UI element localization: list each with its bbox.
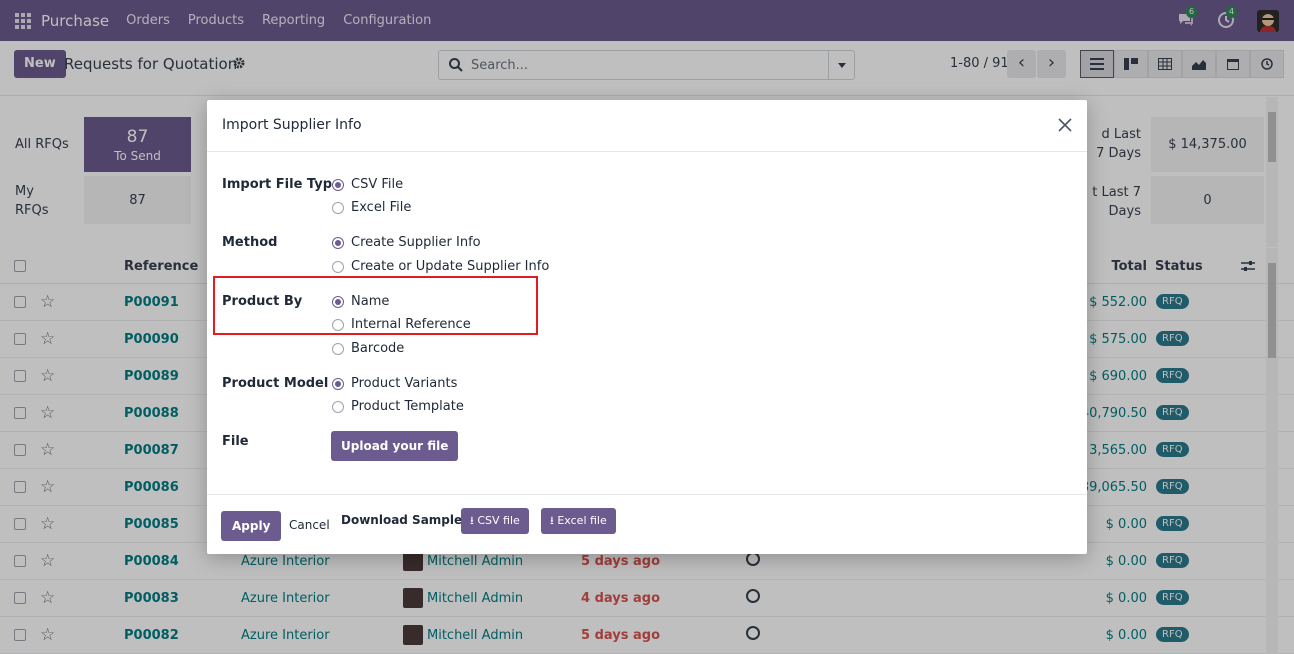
option-create-supplier-info[interactable]: Create Supplier Info (332, 235, 481, 250)
option-product-variants-label: Product Variants (351, 376, 458, 391)
import-file-type-label: Import File Type (222, 177, 341, 192)
apply-button[interactable]: Apply (221, 511, 282, 541)
close-icon[interactable] (1057, 117, 1073, 133)
radio-internal-reference[interactable] (332, 318, 344, 331)
download-csv-label: CSV file (477, 514, 520, 527)
option-create-or-update-label: Create or Update Supplier Info (351, 259, 550, 274)
dialog-header: Import Supplier Info (207, 100, 1087, 152)
option-csv-file[interactable]: CSV File (332, 177, 403, 192)
option-internal-reference[interactable]: Internal Reference (332, 317, 471, 332)
option-excel-file[interactable]: Excel File (332, 200, 411, 215)
download-icon: ⭳ (550, 514, 554, 527)
radio-create-or-update-supplier-info[interactable] (332, 260, 344, 273)
radio-create-supplier-info[interactable] (332, 236, 344, 249)
method-label: Method (222, 235, 278, 250)
option-name[interactable]: Name (332, 294, 389, 309)
cancel-button[interactable]: Cancel (289, 518, 330, 532)
download-excel-button[interactable]: ⭳ Excel file (541, 508, 616, 534)
radio-product-template[interactable] (332, 400, 344, 413)
product-by-label: Product By (222, 294, 303, 309)
product-model-label: Product Model (222, 376, 329, 391)
upload-file-button[interactable]: Upload your file (331, 431, 459, 461)
option-barcode-label: Barcode (351, 341, 405, 356)
option-product-template-label: Product Template (351, 399, 464, 414)
download-csv-button[interactable]: ⭳ CSV file (461, 508, 529, 534)
download-excel-label: Excel file (557, 514, 607, 527)
option-create-supplier-info-label: Create Supplier Info (351, 235, 481, 250)
option-internal-reference-label: Internal Reference (351, 317, 471, 332)
download-sample-label: Download Sample: (341, 513, 467, 527)
radio-name[interactable] (332, 295, 344, 308)
dialog-footer: Apply Cancel Download Sample: ⭳ CSV file… (207, 494, 1087, 554)
import-supplier-info-dialog: Import Supplier Info Import File Type CS… (207, 100, 1087, 554)
download-icon: ⭳ (470, 514, 474, 527)
radio-csv-file[interactable] (332, 178, 344, 191)
option-product-variants[interactable]: Product Variants (332, 376, 457, 391)
option-product-template[interactable]: Product Template (332, 399, 464, 414)
file-label: File (222, 434, 249, 449)
option-name-label: Name (351, 294, 390, 309)
radio-excel-file[interactable] (332, 201, 344, 214)
radio-product-variants[interactable] (332, 377, 344, 390)
option-create-or-update-supplier-info[interactable]: Create or Update Supplier Info (332, 259, 549, 274)
dialog-title: Import Supplier Info (222, 117, 362, 133)
option-excel-file-label: Excel File (351, 200, 412, 215)
option-csv-file-label: CSV File (351, 177, 404, 192)
option-barcode[interactable]: Barcode (332, 341, 404, 356)
radio-barcode[interactable] (332, 342, 344, 355)
